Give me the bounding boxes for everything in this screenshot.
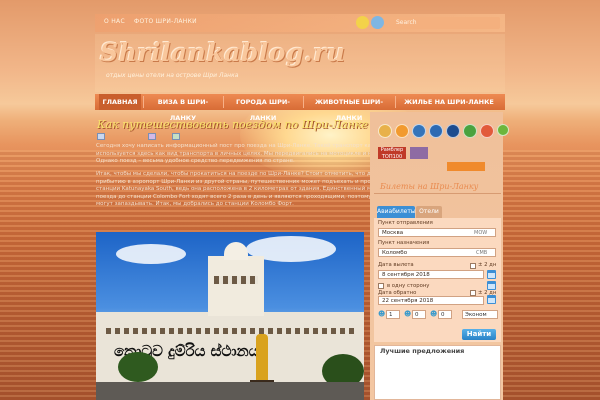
depart-flex-checkbox[interactable] [470,263,476,269]
tickets-widget-title: Билеты на Шри-Ланку [374,180,501,194]
nav-item-housing[interactable]: ЖИЛЬЕ НА ШРИ-ЛАНКЕ [397,94,501,110]
search-input[interactable]: Search [390,17,500,29]
digg-icon[interactable] [429,124,443,138]
tab-hotels[interactable]: Отели [416,206,442,218]
stumbleupon-icon[interactable] [463,124,477,138]
child-icon: ☻ [404,310,412,318]
nav-separator [395,96,396,108]
add-icon[interactable] [497,124,509,136]
email-icon[interactable] [378,124,392,138]
myspace-icon[interactable] [446,124,460,138]
window-row [214,276,258,284]
from-label: Пункт отправления [378,220,433,226]
to-label: Пункт назначения [378,240,430,246]
post-photo-colombo-fort-station[interactable]: කොටුව දුම්රිය ස්ථානය [96,232,364,400]
nav-item-animals[interactable]: ЖИВОТНЫЕ ШРИ-ЛАНКИ [305,94,393,122]
depart-label: Дата вылета [378,262,414,268]
children-select[interactable]: 0 [412,310,426,319]
to-code: CMB [476,250,488,256]
tab-flights[interactable]: Авиабилеты [377,206,416,218]
author-icon [148,133,156,140]
delicious-icon[interactable] [412,124,426,138]
depart-flex-label: ± 2 дн [478,262,497,268]
post-title[interactable]: Как путешествовать поездом по Шри-Ланке [97,118,368,131]
station-tower [208,256,264,316]
rss-icon[interactable] [395,124,409,138]
calendar-icon[interactable] [487,281,496,290]
rss-feed-icon[interactable] [371,16,384,29]
calendar-icon[interactable] [487,295,496,304]
return-date-input[interactable]: 22 сентября 2018 [378,296,484,305]
post-paragraph: Итак, чтобы мы сделали, чтобы прокатитьс… [96,171,406,208]
site-logo[interactable]: Shrilankablog.ru [100,38,345,67]
depart-date-input[interactable]: 8 сентября 2018 [378,270,484,279]
li-counter[interactable] [410,147,428,159]
nav-item-visa[interactable]: ВИЗА В ШРИ-ЛАНКУ [145,94,221,122]
calendar-icon [97,133,105,140]
site-tagline: отдых цены отели на острове Шри Ланка [106,72,239,79]
calendar-icon[interactable] [487,270,496,279]
oneway-checkbox[interactable] [378,283,384,289]
post-paragraph: Сегодня хочу написать информационный пос… [96,143,408,165]
comments-icon[interactable] [172,133,180,140]
statue [256,334,268,382]
nav-separator [303,96,304,108]
photo-cloud [116,244,186,264]
from-code: MOW [474,230,488,236]
oneway-label: в одну сторону [387,283,430,289]
nav-separator [143,96,144,108]
rambler-counter[interactable]: Рамблер ТОП100 [378,147,406,160]
nav-item-cities[interactable]: ГОРОДА ШРИ-ЛАНКИ [225,94,301,122]
station-dome [224,242,248,260]
top-link-photos[interactable]: ФОТО ШРИ-ЛАНКИ [134,18,197,25]
counter-bar [447,162,485,171]
nav-separator [223,96,224,108]
subscribe-email-icon[interactable] [356,16,369,29]
window-row [106,328,354,334]
favorite-icon[interactable] [480,124,494,138]
street [96,382,364,400]
infants-select[interactable]: 0 [438,310,452,319]
adult-icon: ☻ [378,310,386,318]
top-link-about[interactable]: О НАС [104,18,125,25]
find-button[interactable]: Найти [462,329,496,340]
infant-icon: ☻ [430,310,438,318]
tree [118,352,158,382]
adults-select[interactable]: 1 [386,310,400,319]
nav-item-home[interactable]: ГЛАВНАЯ [99,94,141,110]
class-select[interactable]: Эконом [462,310,498,319]
best-offers-title: Лучшие предложения [380,347,465,355]
